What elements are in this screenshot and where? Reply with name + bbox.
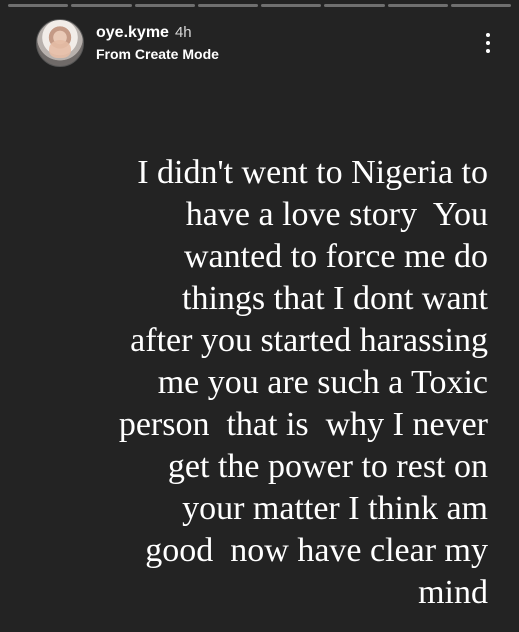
story-line: I didn't went to Nigeria to: [137, 154, 488, 191]
user-meta: oye.kyme 4h From Create Mode: [96, 25, 479, 62]
story-line: mind: [418, 574, 488, 611]
post-time: 4h: [174, 24, 192, 41]
story-source: From Create Mode: [96, 46, 219, 62]
story-line: things that I dont want: [182, 280, 488, 317]
progress-segment: [71, 4, 132, 7]
story-line: after you started harassing: [130, 322, 488, 359]
story-header: oye.kyme 4h From Create Mode: [36, 16, 509, 70]
story-line: get the power to rest on: [167, 448, 488, 485]
more-vertical-icon[interactable]: [479, 29, 497, 57]
menu-dot: [486, 33, 490, 37]
user-top-line: oye.kyme 4h: [96, 25, 479, 41]
menu-dot: [486, 49, 490, 53]
progress-segment: [134, 4, 195, 7]
story-line: person that is why I never: [118, 406, 488, 443]
story-line: have a love story You: [185, 196, 488, 233]
story-line: wanted to force me do: [184, 238, 488, 275]
progress-segment: [387, 4, 448, 7]
story-progress-bar: [8, 4, 511, 7]
story-line: good now have clear my: [145, 532, 488, 569]
avatar[interactable]: [36, 19, 84, 67]
progress-segment: [197, 4, 258, 7]
progress-segment: [324, 4, 385, 7]
story-line: me you are such a Toxic: [157, 364, 488, 401]
username[interactable]: oye.kyme: [96, 25, 169, 41]
menu-dot: [486, 41, 490, 45]
progress-segment: [450, 4, 511, 7]
progress-segment: [8, 4, 69, 7]
progress-segment: [261, 4, 322, 7]
story-line: your matter I think am: [182, 490, 488, 527]
story-text: I didn't went to Nigeria to have a love …: [30, 152, 488, 612]
